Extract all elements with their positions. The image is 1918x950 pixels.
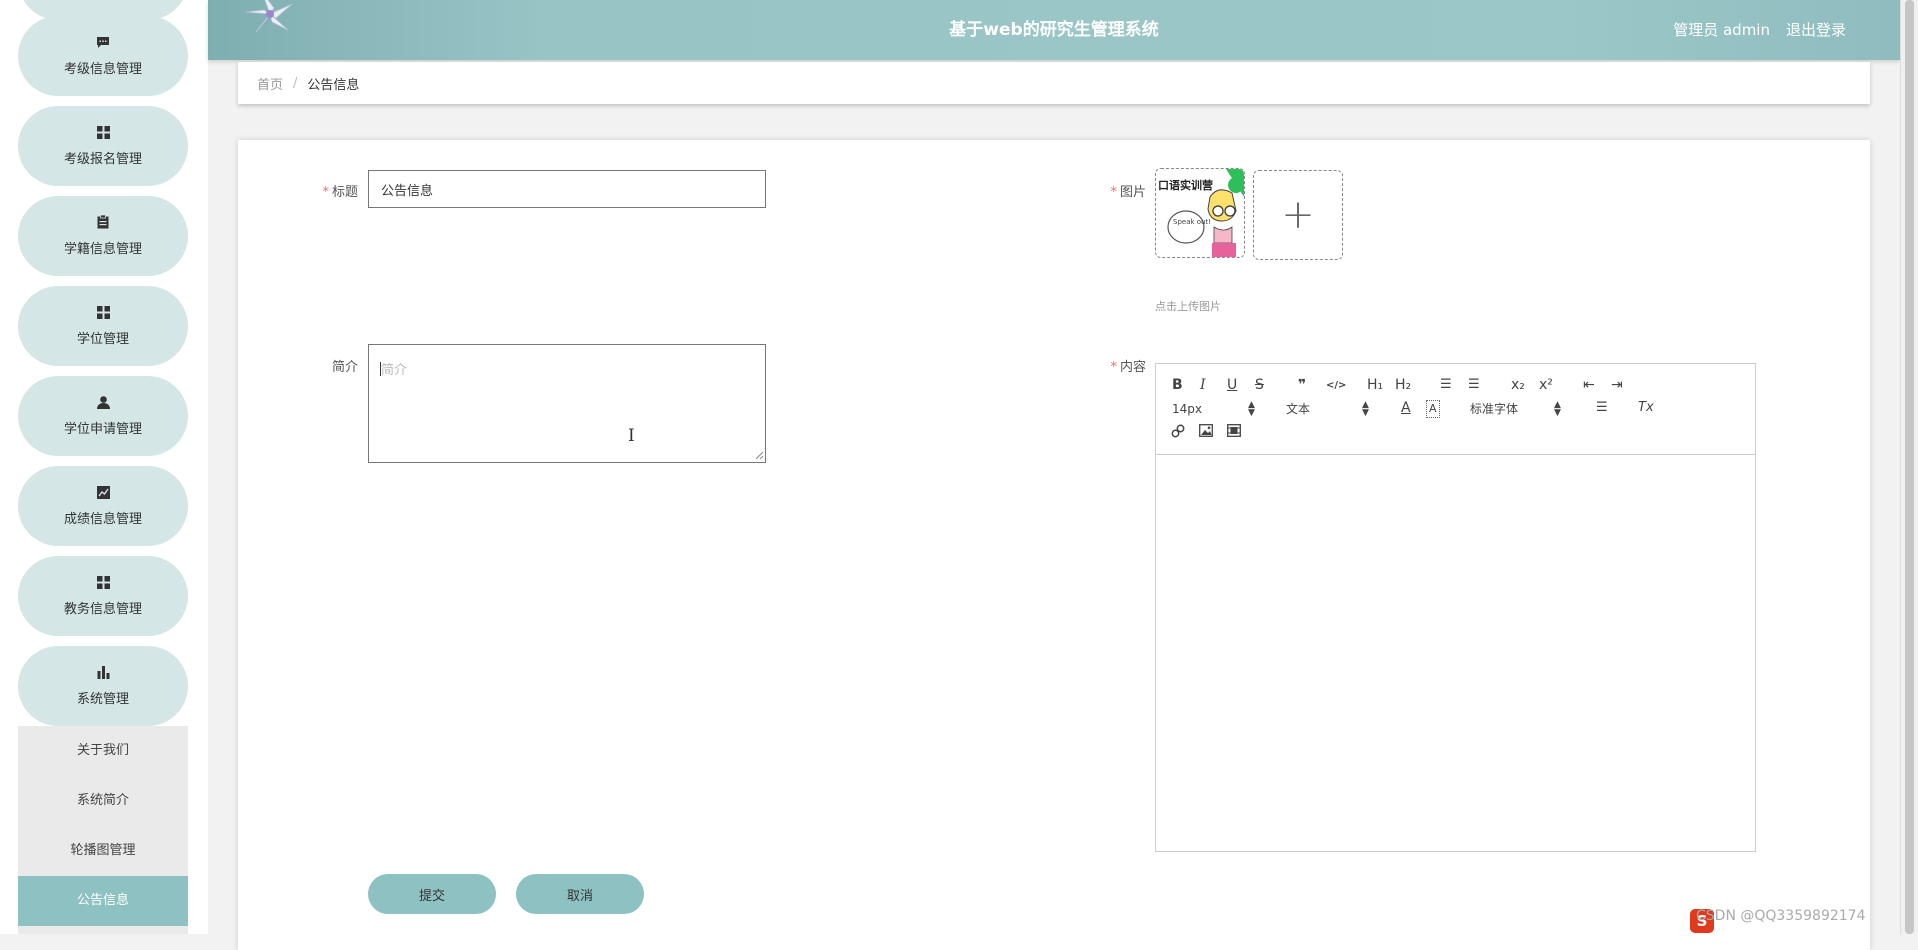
sidebar-item-student-records[interactable]: 学籍信息管理 <box>18 196 188 276</box>
code-block-button[interactable]: </> <box>1326 378 1346 394</box>
thumb-caption: 口语实训营 <box>1158 178 1213 192</box>
intro-label: 简介 <box>331 360 358 375</box>
sidebar-item-grades[interactable]: 成绩信息管理 <box>18 466 188 546</box>
indent-button[interactable]: ⇥ <box>1611 377 1623 393</box>
align-button[interactable]: ☰ <box>1596 400 1608 416</box>
submenu-item-system-intro[interactable]: 系统简介 <box>18 776 188 826</box>
required-mark: * <box>1110 360 1117 375</box>
grid-icon <box>96 575 110 592</box>
image-icon <box>1199 424 1213 437</box>
upload-image-button[interactable]: + <box>1253 170 1343 260</box>
breadcrumb: 首页 / 公告信息 <box>238 62 1870 104</box>
image-button[interactable] <box>1199 424 1213 441</box>
sidebar-item-label: 教务信息管理 <box>63 601 142 617</box>
message-icon <box>96 36 110 52</box>
clipboard-icon <box>97 214 109 232</box>
sidebar-item-label: 考级信息管理 <box>63 61 142 77</box>
bullet-list-button[interactable]: ☰ <box>1468 377 1480 393</box>
subscript-button[interactable]: x₂ <box>1511 377 1525 393</box>
scrollbar-thumb[interactable] <box>1905 0 1914 934</box>
app-title: 基于web的研究生管理系统 <box>949 20 1159 40</box>
link-button[interactable] <box>1171 424 1185 443</box>
ibeam-cursor-icon: I <box>628 426 635 446</box>
submenu-item-about[interactable]: 关于我们 <box>18 726 188 776</box>
sidebar-item-degree-application[interactable]: 学位申请管理 <box>18 376 188 456</box>
header-2-button[interactable]: H₂ <box>1395 377 1411 393</box>
sidebar-item-exam-info[interactable]: 考级信息管理 <box>18 16 188 96</box>
breadcrumb-separator: / <box>293 75 298 91</box>
image-label: * 图片 <box>1110 185 1146 200</box>
bar-chart-icon <box>97 665 110 682</box>
sidebar-item-label: 成绩信息管理 <box>63 511 142 527</box>
text-caret <box>380 362 381 376</box>
sidebar-item-academic-affairs[interactable]: 教务信息管理 <box>18 556 188 636</box>
uploaded-image-thumbnail[interactable]: 口语实训营 Speak out! <box>1155 168 1245 258</box>
select-arrows-icon: ▲ ▼ <box>1554 400 1561 418</box>
editor-content-area[interactable] <box>1156 455 1755 851</box>
header-1-button[interactable]: H₁ <box>1367 377 1383 393</box>
submenu-item-announcement[interactable]: 公告信息 <box>18 876 188 926</box>
select-arrows-icon: ▲ ▼ <box>1248 400 1255 418</box>
resize-handle-icon[interactable] <box>755 451 764 460</box>
submenu-item-carousel[interactable]: 轮播图管理 <box>18 826 188 876</box>
sidebar-item-label: 考级报名管理 <box>63 151 142 167</box>
top-header: 基于web的研究生管理系统 管理员 admin 退出登录 <box>208 0 1900 60</box>
blockquote-button[interactable]: ❞ <box>1298 377 1306 393</box>
background-color-button[interactable]: A <box>1426 400 1440 418</box>
clean-format-button[interactable]: Tx <box>1638 400 1654 416</box>
vertical-scrollbar[interactable] <box>1900 0 1918 934</box>
content-label: * 内容 <box>1110 360 1146 375</box>
grid-icon <box>96 125 110 142</box>
submit-button[interactable]: 提交 <box>368 874 496 914</box>
sidebar-item-label: 学位申请管理 <box>63 421 142 437</box>
title-label: * 标题 <box>322 185 358 200</box>
sidebar-item-label: 学位管理 <box>76 331 129 347</box>
outdent-button[interactable]: ⇤ <box>1583 377 1595 393</box>
font-family-select[interactable]: 标准字体 <box>1470 401 1518 417</box>
header-select[interactable]: 文本 <box>1286 401 1310 417</box>
logout-link[interactable]: 退出登录 <box>1786 0 1846 60</box>
strike-button[interactable]: S <box>1255 377 1264 393</box>
watermark: CSDN @QQ3359892174 <box>1696 908 1866 924</box>
sidebar-item-label: 学籍信息管理 <box>63 242 142 257</box>
underline-button[interactable]: U <box>1227 377 1237 393</box>
select-arrows-icon: ▲ ▼ <box>1362 400 1369 418</box>
title-input[interactable] <box>368 170 766 208</box>
sidebar-item-label: 系统管理 <box>76 691 129 707</box>
italic-button[interactable]: I <box>1200 377 1206 393</box>
required-mark: * <box>322 185 329 200</box>
user-icon <box>96 395 110 412</box>
sidebar-item-degree[interactable]: 学位管理 <box>18 286 188 366</box>
font-size-select[interactable]: 14px <box>1172 401 1202 417</box>
sidebar-item-exam-registration[interactable]: 考级报名管理 <box>18 106 188 186</box>
required-mark: * <box>1110 185 1117 200</box>
sidebar-item-system[interactable]: 系统管理 <box>18 646 188 726</box>
intro-textarea[interactable] <box>368 344 766 463</box>
line-chart-icon <box>96 485 110 502</box>
text-color-button[interactable]: A <box>1401 400 1411 416</box>
superscript-button[interactable]: x² <box>1539 377 1553 393</box>
breadcrumb-current: 公告信息 <box>307 77 360 93</box>
cartoon-image: 口语实训营 Speak out! <box>1156 169 1244 257</box>
grid-icon <box>96 305 110 322</box>
thumb-bubble: Speak out! <box>1173 218 1211 226</box>
upload-tip: 点击上传图片 <box>1155 300 1221 313</box>
link-icon <box>1171 424 1185 438</box>
ordered-list-button[interactable]: ☰ <box>1440 377 1452 393</box>
system-submenu: 关于我们 系统简介 轮播图管理 公告信息 <box>18 726 188 934</box>
video-button[interactable] <box>1227 424 1241 441</box>
cancel-button[interactable]: 取消 <box>516 874 644 914</box>
editor-toolbar: B I U S ❞ </> H₁ H₂ ☰ ☰ x₂ x² ⇤ ⇥ 14px ▲… <box>1156 364 1755 455</box>
sidebar: 考级信息管理 考级报名管理 学籍信息管理 学位管理 学位申请管理 成绩信息管理 <box>0 0 208 934</box>
video-icon <box>1227 424 1241 437</box>
rich-text-editor: B I U S ❞ </> H₁ H₂ ☰ ☰ x₂ x² ⇤ ⇥ 14px ▲… <box>1155 363 1756 852</box>
breadcrumb-home-link[interactable]: 首页 <box>257 74 283 93</box>
bold-button[interactable]: B <box>1172 377 1183 393</box>
current-user: 管理员 admin <box>1673 21 1770 39</box>
